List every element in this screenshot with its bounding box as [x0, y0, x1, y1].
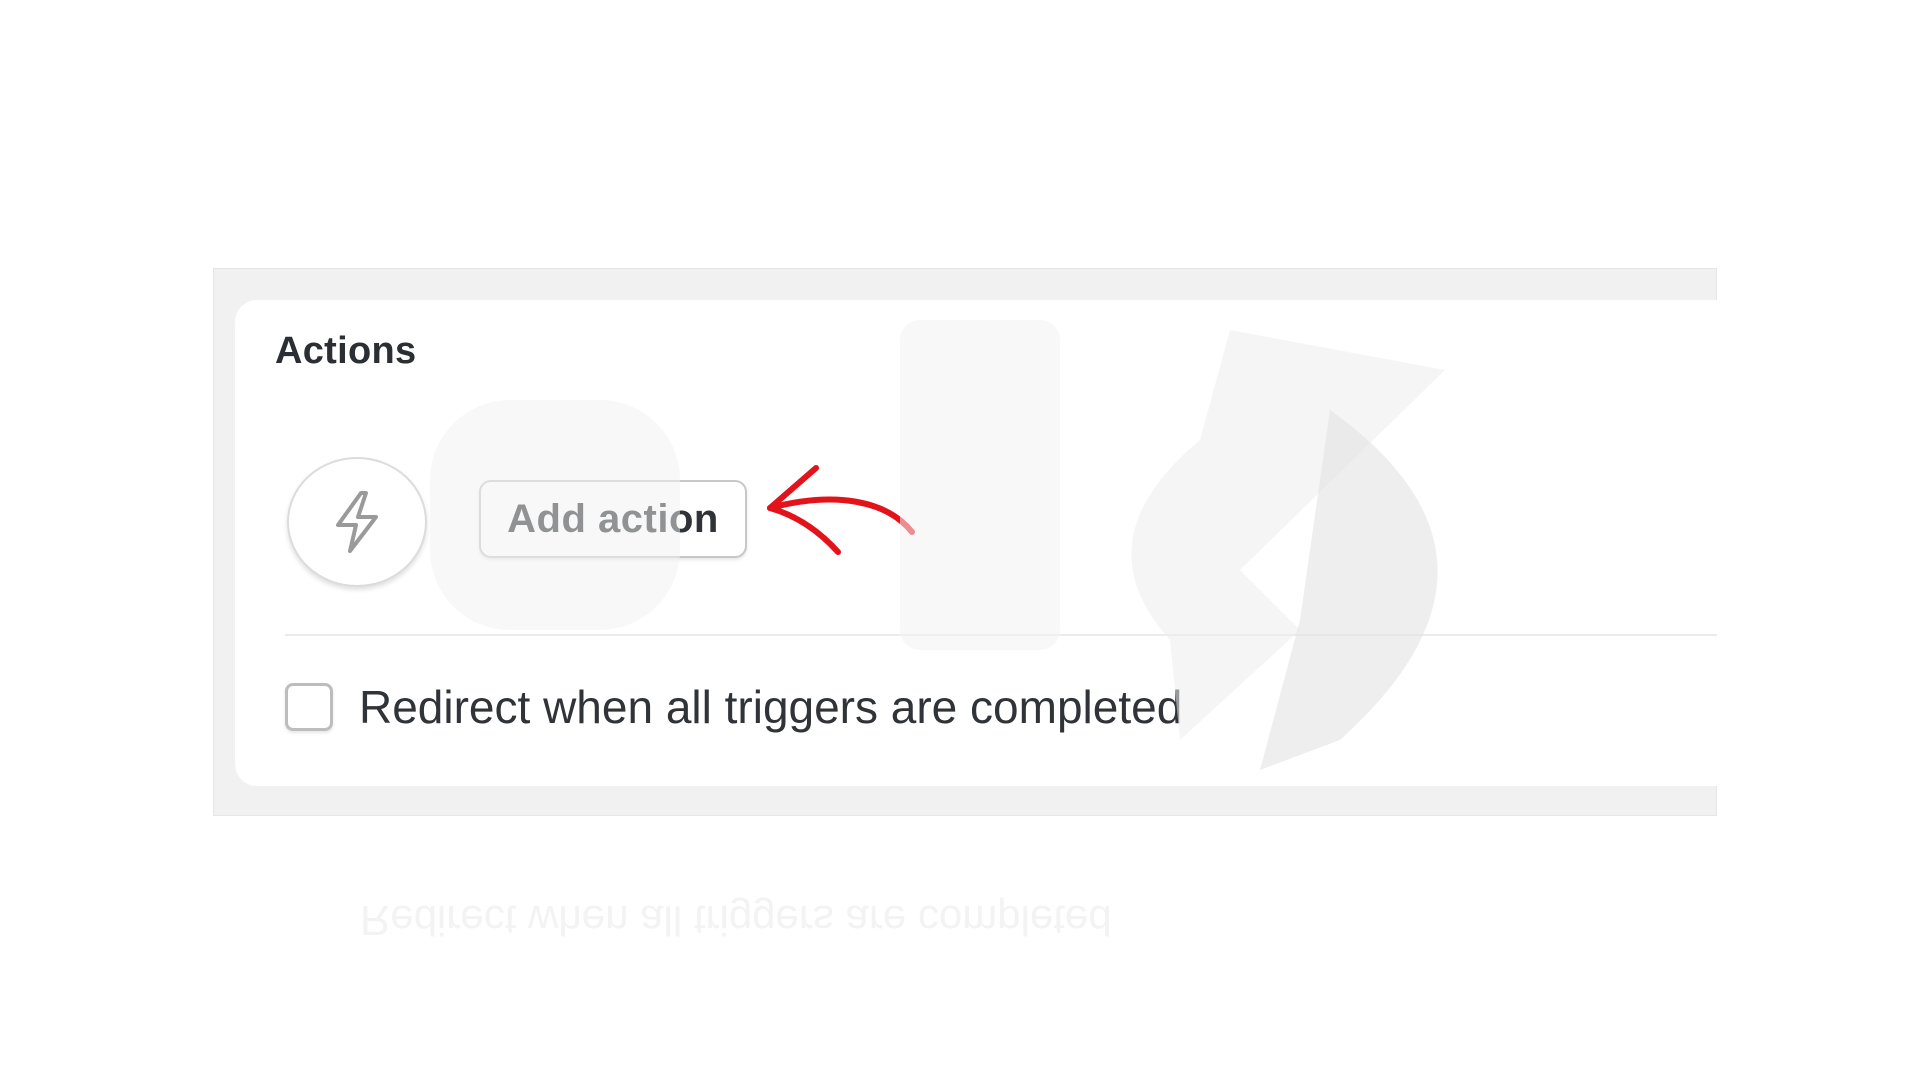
redirect-option: Redirect when all triggers are completed [285, 680, 1182, 734]
redirect-label: Redirect when all triggers are completed [359, 681, 1183, 733]
red-arrow-icon [767, 465, 915, 555]
redirect-checkbox[interactable] [285, 683, 333, 731]
screenshot-stage: Actions Add action Redirect when all tri… [0, 0, 1920, 1080]
lightning-bolt-icon [287, 457, 427, 587]
reflection-text: Redirect when all triggers are completed [360, 897, 1112, 944]
actions-title: Actions [275, 330, 417, 372]
actions-card: Actions Add action Redirect when all tri… [235, 300, 1717, 786]
bolt-glyph [336, 491, 378, 553]
section-divider [285, 634, 1717, 636]
add-action-button[interactable]: Add action [479, 480, 747, 558]
